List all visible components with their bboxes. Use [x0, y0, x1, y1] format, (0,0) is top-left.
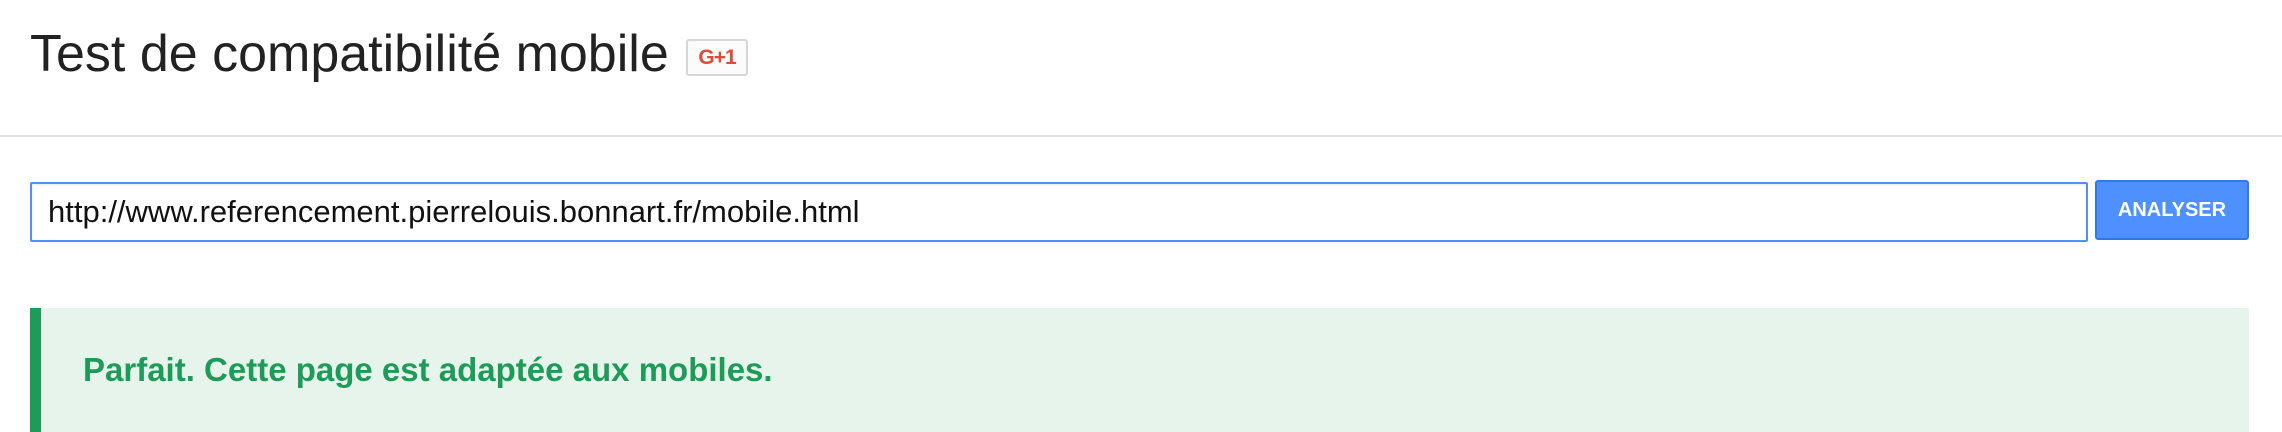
analyse-button[interactable]: ANALYSER — [2095, 180, 2249, 240]
google-plus-one-button[interactable]: G+1 — [686, 39, 748, 76]
url-input[interactable] — [30, 182, 2088, 242]
page-title: Test de compatibilité mobile — [30, 25, 669, 83]
page-header: Test de compatibilité mobile G+1 — [0, 0, 2282, 137]
google-plus-icon: G+1 — [698, 45, 736, 69]
result-message: Parfait. Cette page est adaptée aux mobi… — [83, 351, 773, 388]
result-banner: Parfait. Cette page est adaptée aux mobi… — [30, 308, 2249, 432]
page: Test de compatibilité mobile G+1 ANALYSE… — [0, 0, 2282, 432]
status-bar — [30, 308, 41, 432]
